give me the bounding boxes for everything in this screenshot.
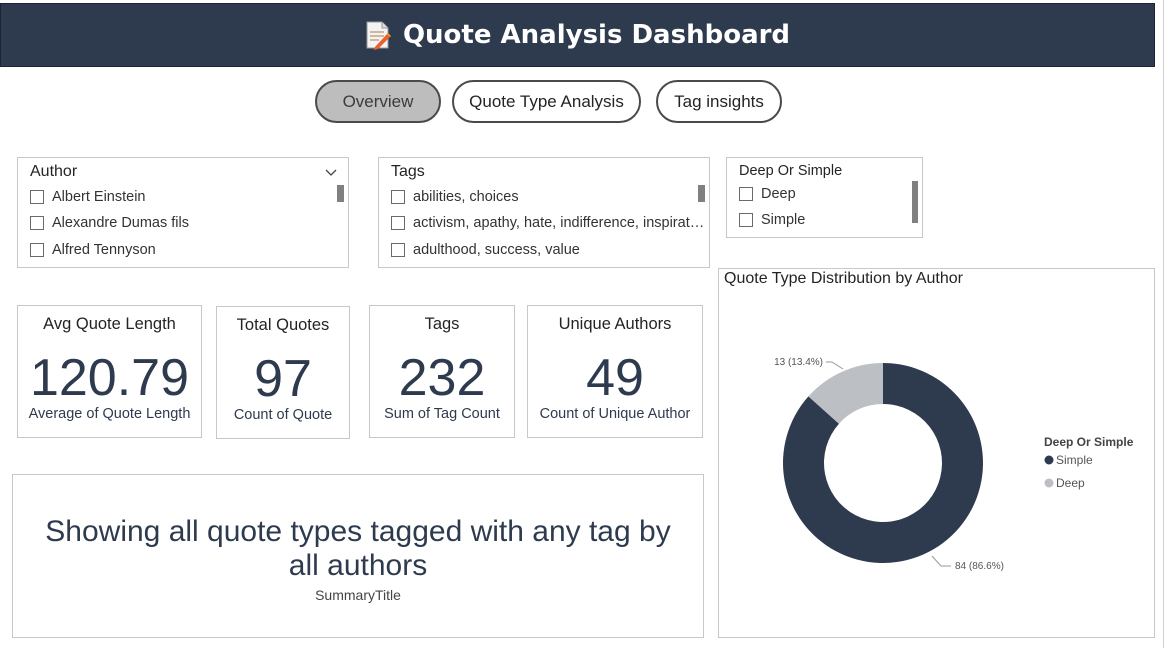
card-subtitle: Count of Quote [233,407,333,423]
card-value: 97 [254,350,312,408]
checkbox[interactable] [391,243,405,257]
slicer-option-label: Deep [761,186,796,202]
kpi-card-total-quotes: Total Quotes 97 Count of Quote [216,306,350,439]
card-title: Total Quotes [236,316,330,334]
kpi-card-unique-authors: Unique Authors 49 Count of Unique Author [527,305,703,438]
memo-icon [365,20,391,50]
legend-marker [1044,455,1054,465]
card-subtitle: Sum of Tag Count [384,406,500,422]
chevron-down-icon[interactable] [324,166,338,180]
slicer-option[interactable]: Alfred Tennyson [30,242,156,258]
card-value: 49 [586,349,644,407]
card-value: 232 [398,349,486,407]
deep-simple-slicer-title: Deep Or Simple [739,163,843,179]
dashboard-header: Quote Analysis Dashboard [0,3,1155,67]
kpi-card-tags: Tags 232 Sum of Tag Count [369,305,515,438]
deep-simple-slicer[interactable]: Deep Or Simple Deep Simple [726,157,923,238]
data-label: 84 (86.6%) [955,561,1004,572]
donut-chart: 84 (86.6%) 13 (13.4%) Deep Or Simple Simple… [774,357,1134,572]
summary-box: Showing all quote types tagged with any … [12,474,704,638]
checkbox[interactable] [30,216,44,230]
slicer-option-label: Simple [761,212,806,228]
leader-line [826,361,844,370]
author-slicer-title: Author [30,163,78,180]
divider [1163,0,1164,648]
scrollbar[interactable] [337,185,344,202]
checkbox[interactable] [391,216,405,230]
scrollbar[interactable] [698,185,705,202]
slicer-option[interactable]: adulthood, success, value [391,242,580,258]
slicer-option[interactable]: Albert Einstein [30,189,146,205]
legend-item[interactable]: Deep [1056,476,1085,490]
slicer-option[interactable]: abilities, choices [391,189,519,205]
tab-tag-insights[interactable]: Tag insights [656,80,782,123]
slicer-option[interactable]: activism, apathy, hate, indifference, in… [391,215,704,231]
summary-text: Showing all quote types tagged with any … [45,515,671,582]
slicer-option-label: activism, apathy, hate, indifference, in… [413,215,705,231]
card-title: Unique Authors [558,315,672,333]
checkbox[interactable] [739,187,753,201]
card-value: 120.79 [29,349,190,407]
card-subtitle: Average of Quote Length [28,406,191,422]
tab-overview[interactable]: Overview [315,80,441,123]
summary-caption: SummaryTitle [315,587,401,603]
slicer-option[interactable]: Simple [739,212,805,228]
legend-title: Deep Or Simple [1044,435,1134,449]
data-label: 13 (13.4%) [774,357,823,368]
author-slicer[interactable]: Author Albert Einstein Alexandre Dumas f… [17,157,349,268]
slicer-option[interactable]: Deep [739,186,796,202]
kpi-card-avg-length: Avg Quote Length 120.79 Average of Quote… [17,305,202,438]
card-title: Avg Quote Length [43,315,176,333]
slicer-option-label: Alexandre Dumas fils [52,215,189,231]
tab-quote-type-analysis[interactable]: Quote Type Analysis [452,80,641,123]
slicer-option[interactable]: Alexandre Dumas fils [30,215,189,231]
legend-item[interactable]: Simple [1056,453,1093,467]
slicer-option-label: Alfred Tennyson [52,242,156,258]
tags-slicer-title: Tags [391,163,425,180]
tags-slicer[interactable]: Tags abilities, choices activism, apathy… [378,157,710,268]
card-subtitle: Count of Unique Author [539,406,691,422]
legend-marker [1044,478,1054,488]
slicer-option-label: abilities, choices [413,189,519,205]
checkbox[interactable] [739,213,753,227]
slicer-option-label: adulthood, success, value [413,242,580,258]
checkbox[interactable] [30,190,44,204]
card-title: Tags [424,315,460,333]
checkbox[interactable] [391,190,405,204]
page-title: Quote Analysis Dashboard [402,20,791,50]
leader-line [931,555,951,567]
checkbox[interactable] [30,243,44,257]
donut-chart-visual[interactable]: Quote Type Distribution by Author 84 (86… [718,268,1155,638]
slicer-option-label: Albert Einstein [52,189,146,205]
scrollbar[interactable] [912,181,918,223]
